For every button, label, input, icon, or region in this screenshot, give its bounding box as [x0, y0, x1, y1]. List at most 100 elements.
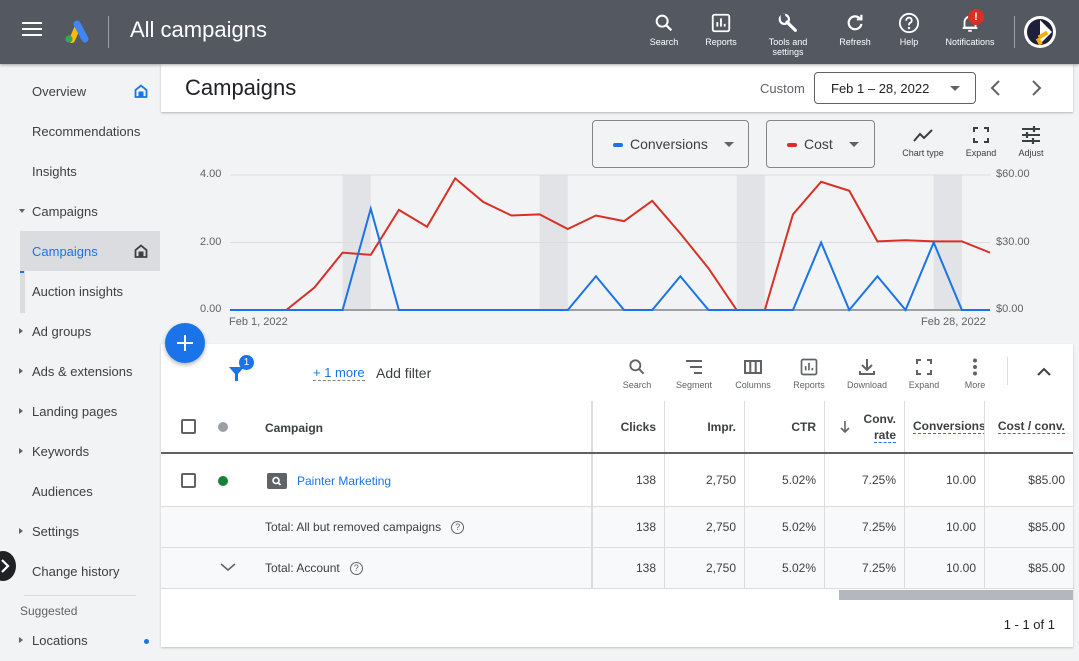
previous-period-icon[interactable]	[989, 79, 1003, 97]
refresh-icon	[847, 14, 863, 31]
cell-impressions: 2,750	[664, 507, 744, 547]
caret-right-icon	[19, 528, 23, 534]
chart-adjust-button[interactable]: Adjust	[1011, 126, 1051, 158]
notifications-button[interactable]: ! Notifications	[944, 9, 996, 47]
horizontal-scrollbar[interactable]	[839, 590, 1073, 600]
performance-chart	[229, 174, 991, 312]
date-range-picker[interactable]: Feb 1 – 28, 2022	[814, 72, 976, 104]
reports-button[interactable]: Reports	[700, 12, 742, 47]
chevron-down-icon[interactable]	[220, 562, 236, 572]
status-header-icon	[218, 422, 228, 432]
table-row[interactable]: Painter Marketing 138 2,750 5.02% 7.25% …	[161, 454, 1073, 507]
menu-icon[interactable]	[22, 22, 42, 38]
help-icon	[898, 12, 920, 34]
more-vert-icon	[973, 358, 977, 376]
total-label: Total: Account?	[265, 561, 363, 576]
caret-right-icon	[19, 448, 23, 454]
sidebar-item-ad-groups[interactable]: Ad groups	[0, 311, 160, 351]
download-icon	[859, 359, 875, 375]
expand-icon	[916, 359, 932, 375]
table-expand-button[interactable]: Expand	[899, 357, 949, 390]
cell-cost-per-conv: $85.00	[984, 507, 1073, 547]
cell-conversions: 10.00	[904, 548, 984, 588]
metric-selector-conversions[interactable]: Conversions	[592, 120, 749, 168]
sidebar-item-audiences[interactable]: Audiences	[0, 471, 160, 511]
cell-conv-rate: 7.25%	[824, 548, 904, 588]
chart-type-button[interactable]: Chart type	[898, 126, 948, 158]
sidebar-item-auction-insights[interactable]: Auction insights	[20, 271, 160, 311]
column-header-ctr[interactable]: CTR	[744, 401, 824, 452]
reports-label: Reports	[705, 37, 737, 47]
sidebar-item-locations[interactable]: Locations	[0, 620, 160, 660]
add-campaign-button[interactable]	[165, 323, 205, 363]
home-icon	[134, 244, 148, 258]
avatar[interactable]	[1024, 16, 1056, 48]
help-icon[interactable]: ?	[451, 521, 465, 535]
sidebar-toggle-button[interactable]	[0, 551, 16, 581]
table-search-button[interactable]: Search	[612, 357, 662, 390]
refresh-label: Refresh	[839, 37, 871, 47]
download-button[interactable]: Download	[842, 357, 892, 390]
search-label: Search	[649, 37, 679, 47]
home-icon	[134, 84, 148, 98]
sidebar-item-label: Recommendations	[32, 123, 141, 139]
sidebar-item-ads-extensions[interactable]: Ads & extensions	[0, 351, 160, 391]
cell-conversions: 10.00	[904, 454, 984, 506]
column-header-conversions[interactable]: Conversions	[904, 401, 984, 452]
column-header-cost-per-conv[interactable]: Cost / conv.	[984, 401, 1073, 452]
google-ads-logo	[65, 20, 89, 43]
cell-conv-rate: 7.25%	[824, 507, 904, 547]
help-icon[interactable]: ?	[349, 562, 363, 576]
cell-ctr: 5.02%	[744, 507, 824, 547]
sidebar-item-label: Campaigns	[32, 203, 98, 219]
column-header-campaign[interactable]: Campaign	[265, 421, 323, 435]
tools-settings-button[interactable]: Tools and settings	[762, 12, 814, 57]
sidebar-item-overview[interactable]: Overview	[0, 71, 160, 111]
sidebar-item-campaigns-sub[interactable]: Campaigns	[20, 231, 160, 271]
dropdown-arrow-icon	[950, 86, 960, 91]
columns-button[interactable]: Columns	[728, 357, 778, 390]
page-title: Campaigns	[185, 75, 297, 100]
segment-button[interactable]: Segment	[669, 357, 719, 390]
column-header-impressions[interactable]: Impr.	[664, 401, 744, 452]
expand-icon	[973, 127, 989, 143]
campaign-link[interactable]: Painter Marketing	[297, 474, 391, 488]
sidebar-item-recommendations[interactable]: Recommendations	[0, 111, 160, 151]
sidebar-item-landing-pages[interactable]: Landing pages	[0, 391, 160, 431]
status-enabled-icon	[218, 476, 228, 486]
header-label: Conversions	[913, 419, 984, 434]
sidebar-item-settings[interactable]: Settings	[0, 511, 160, 551]
total-row: Total: Account? 138 2,750 5.02% 7.25% 10…	[161, 548, 1073, 589]
more-options-button[interactable]: More	[950, 357, 1000, 390]
sidebar-item-campaigns[interactable]: Campaigns	[0, 191, 160, 231]
refresh-button[interactable]: Refresh	[836, 12, 874, 47]
add-filter-button[interactable]: Add filter	[376, 365, 431, 381]
sidebar-item-label: Change history	[32, 563, 120, 579]
search-button[interactable]: Search	[646, 12, 682, 47]
right-axis-tick: $0.00	[996, 303, 1024, 315]
top-app-bar: All campaigns Search Reports Tools and s…	[0, 0, 1079, 64]
chart-expand-button[interactable]: Expand	[961, 126, 1001, 158]
sidebar-item-insights[interactable]: Insights	[0, 151, 160, 191]
table-reports-button[interactable]: Reports	[784, 357, 834, 390]
sidebar-item-keywords[interactable]: Keywords	[0, 431, 160, 471]
column-header-clicks[interactable]: Clicks	[591, 401, 664, 452]
notifications-label: Notifications	[945, 37, 995, 47]
column-header-conv-rate[interactable]: Conv. rate	[824, 401, 904, 452]
help-button[interactable]: Help	[894, 12, 924, 47]
more-filters-link[interactable]: + 1 more	[313, 365, 365, 381]
reports-icon	[800, 358, 818, 376]
dropdown-arrow-icon	[849, 142, 859, 147]
metric-selector-cost[interactable]: Cost	[766, 120, 875, 168]
metric-label: Cost	[804, 136, 833, 152]
row-checkbox[interactable]	[181, 473, 196, 488]
left-axis-tick: 2.00	[200, 236, 222, 248]
cell-clicks: 138	[591, 507, 664, 547]
next-period-icon[interactable]	[1029, 79, 1043, 97]
select-all-checkbox[interactable]	[181, 419, 196, 434]
chevron-up-icon[interactable]	[1036, 366, 1052, 378]
left-axis-tick: 4.00	[200, 168, 222, 180]
header-label: Clicks	[620, 419, 656, 434]
sidebar-item-label: Ads & extensions	[32, 363, 133, 379]
sidebar-item-change-history[interactable]: Change history	[0, 551, 160, 591]
